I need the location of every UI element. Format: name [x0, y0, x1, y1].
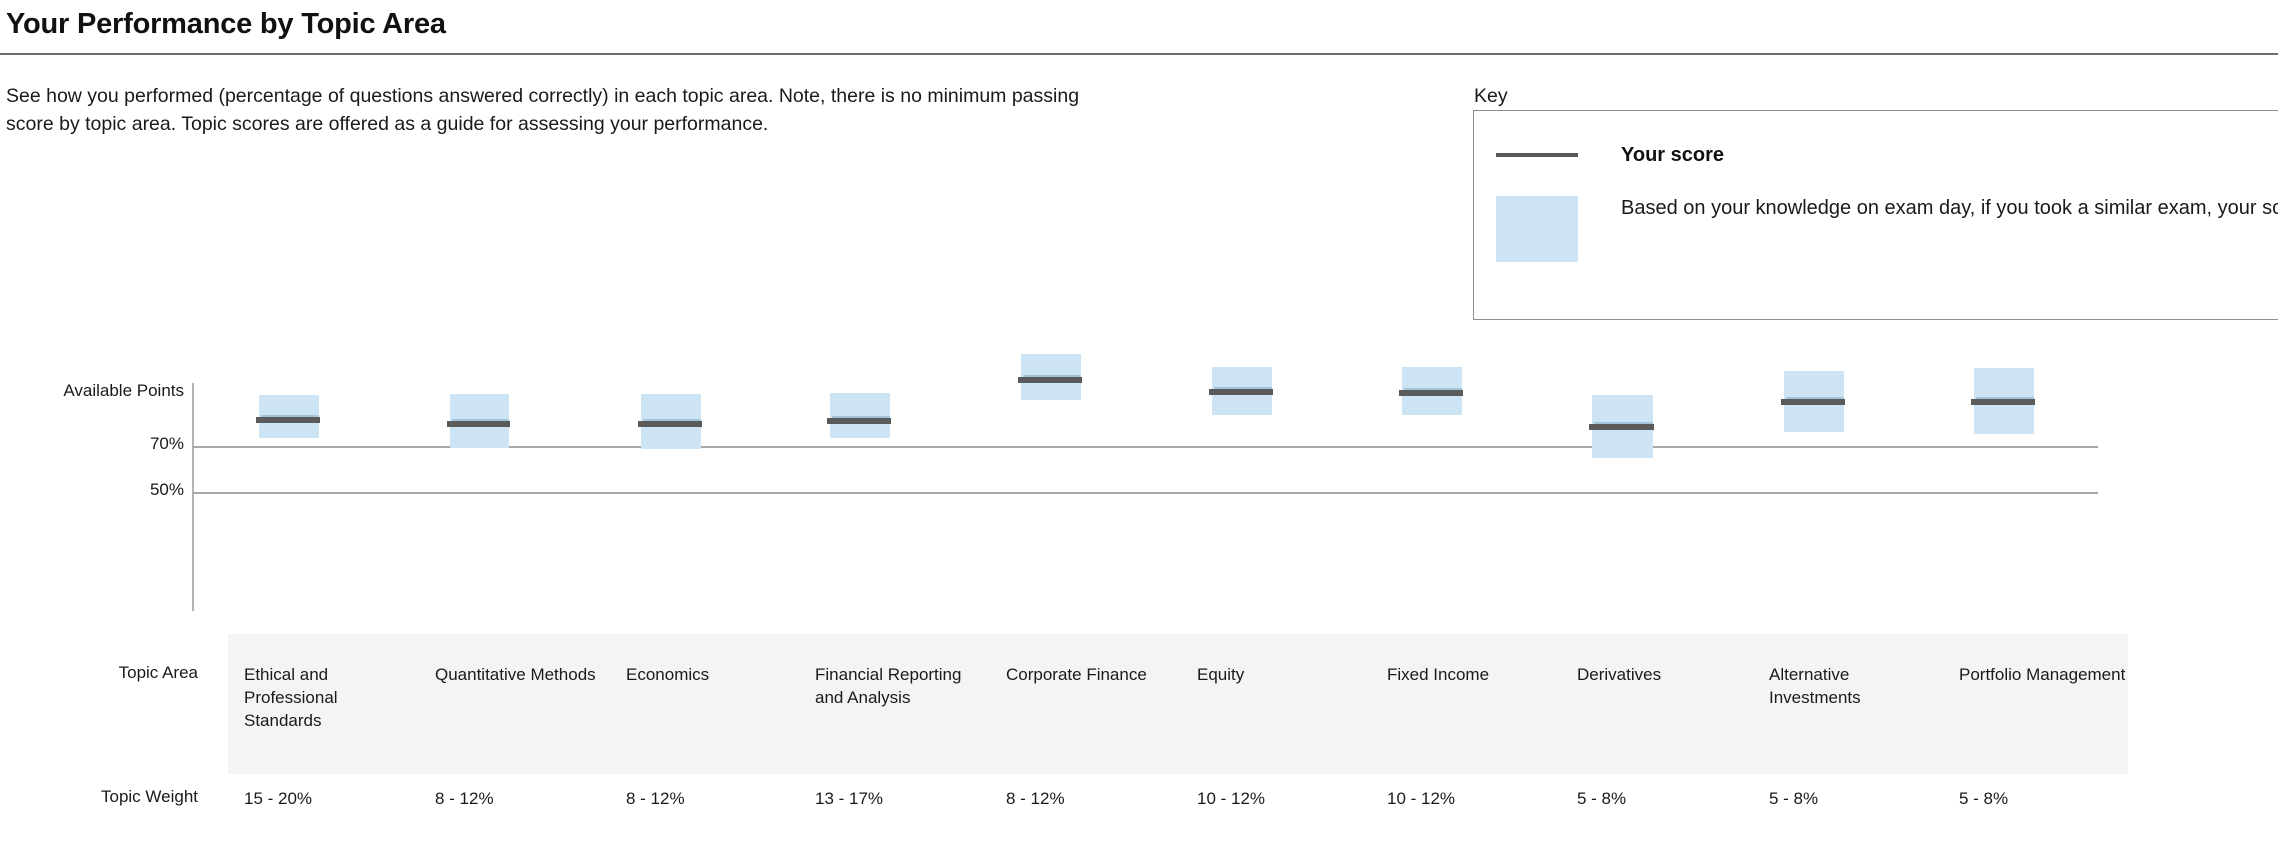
score-line-highlight — [1404, 388, 1462, 390]
topic-weight-cell: 8 - 12% — [1006, 789, 1065, 808]
page-title: Your Performance by Topic Area — [6, 8, 446, 40]
your-score-line — [1018, 377, 1082, 383]
topic-area-cell: Corporate Finance — [1006, 665, 1147, 684]
topic-area-cell: Fixed Income — [1387, 665, 1490, 684]
topic-area-cell: Economics — [626, 665, 710, 684]
score-line-highlight — [1786, 397, 1844, 399]
topic-area-cell: Equity — [1197, 665, 1245, 684]
score-range-box — [1402, 367, 1462, 415]
topic-area-row-label: Topic Area — [118, 663, 198, 682]
score-line-highlight — [832, 416, 890, 418]
score-line-highlight — [261, 415, 319, 417]
score-range-box — [1021, 354, 1081, 400]
your-score-line — [638, 421, 702, 427]
topic-area-cell: Financial Reporting and Analysis — [815, 665, 962, 707]
topic-weight-row-label: Topic Weight — [100, 787, 198, 806]
topic-area-cell: Quantitative Methods — [435, 665, 596, 684]
key-box: Your score Based on your knowledge on ex… — [1473, 110, 2278, 320]
y-axis-title: Available Points — [63, 381, 184, 400]
score-range-box — [1974, 368, 2034, 434]
topic-area-cell: Alternative Investments — [1769, 665, 1861, 707]
topic-weight-cell: 8 - 12% — [435, 789, 494, 808]
topic-weight-cell: 10 - 12% — [1197, 789, 1266, 808]
your-score-line — [256, 417, 320, 423]
score-range-box — [1784, 371, 1844, 432]
score-line-highlight — [643, 419, 701, 421]
gridline-70 — [192, 446, 2098, 448]
topic-weight-cell: 10 - 12% — [1387, 789, 1456, 808]
score-range-box — [1592, 395, 1653, 458]
topic-weight-cell: 5 - 8% — [1577, 789, 1627, 808]
topic-area-cell: Derivatives — [1577, 665, 1662, 684]
topic-weight-cell: 8 - 12% — [626, 789, 685, 808]
range-box-swatch-icon — [1496, 196, 1578, 262]
your-score-line — [447, 421, 510, 427]
topic-weight-cell: 13 - 17% — [815, 789, 884, 808]
score-line-highlight — [1214, 387, 1272, 389]
topic-weight-cell: 5 - 8% — [1769, 789, 1819, 808]
key-score-range-label: Based on your knowledge on exam day, if … — [1621, 197, 2278, 219]
topic-area-cell: Ethical and Professional Standards — [244, 665, 338, 730]
score-range-box — [830, 393, 890, 438]
key-row-score-range: Based on your knowledge on exam day, if … — [1474, 193, 2278, 262]
score-range-box — [259, 395, 319, 438]
your-score-line — [1971, 399, 2035, 405]
y-tick-50: 50% — [149, 480, 184, 499]
your-score-line — [1781, 399, 1845, 405]
score-line-highlight — [1976, 397, 2034, 399]
score-range-box — [1212, 367, 1272, 415]
score-line-swatch-icon — [1496, 153, 1578, 157]
title-divider — [0, 53, 2278, 55]
your-score-line — [1589, 424, 1654, 430]
topic-weight-cell: 5 - 8% — [1959, 789, 2009, 808]
key-label: Key — [1474, 85, 1508, 107]
score-line-highlight — [1594, 422, 1653, 424]
y-tick-70: 70% — [149, 434, 184, 453]
score-range-box — [450, 394, 509, 448]
score-range-box — [641, 394, 701, 449]
your-score-line — [1399, 390, 1463, 396]
y-axis-line — [192, 383, 194, 611]
your-score-line — [1209, 389, 1273, 395]
gridline-50 — [192, 492, 2098, 494]
intro-text: See how you performed (percentage of que… — [6, 85, 1080, 135]
score-line-highlight — [452, 419, 509, 421]
key-row-your-score: Your score — [1474, 141, 2278, 169]
topic-area-cell: Portfolio Management — [1959, 665, 2126, 684]
topic-weight-cell: 15 - 20% — [244, 789, 313, 808]
key-your-score-label: Your score — [1621, 144, 1724, 166]
score-line-highlight — [1023, 375, 1081, 377]
your-score-line — [827, 418, 891, 424]
